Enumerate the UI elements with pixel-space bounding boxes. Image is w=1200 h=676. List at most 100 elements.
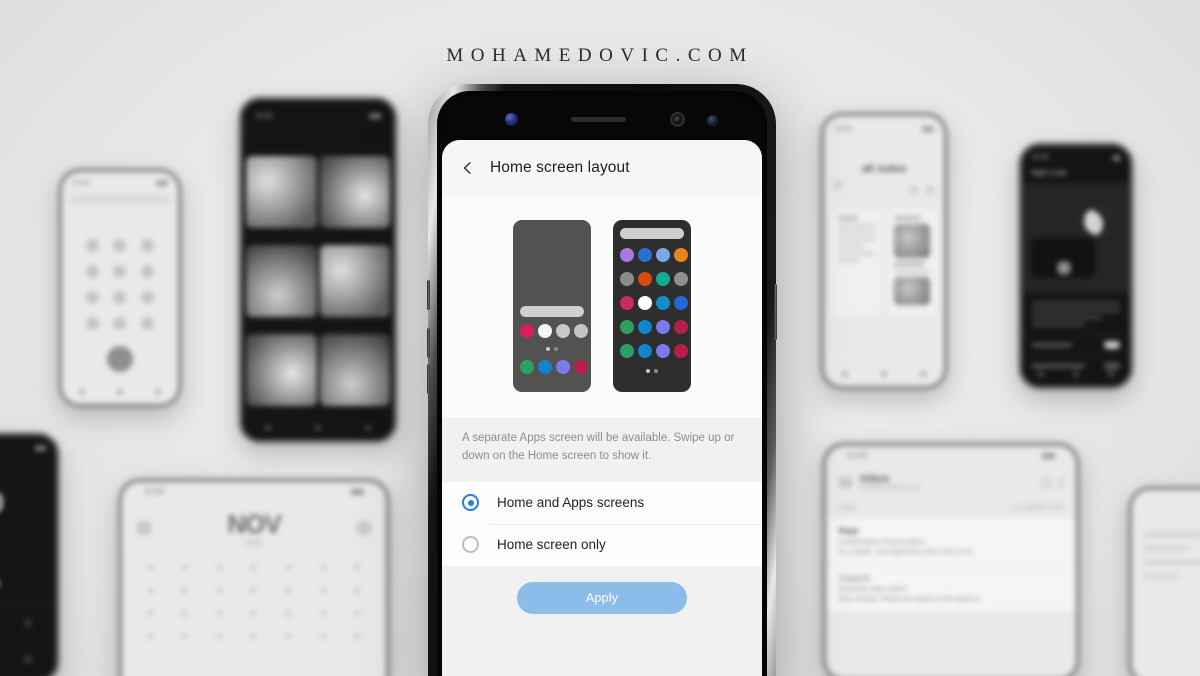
night-mode-hero [1023,183,1129,293]
preview-page-dots [620,369,684,373]
preview-dock-row [520,324,588,338]
email-subject: Confirmation of travel plans [839,539,925,546]
phone-screen: 10:00 ▮▮▮ Inbox protonbox@gmail.com Today… [827,447,1075,676]
dialer-keypad [63,205,177,336]
nav-bar [825,367,943,381]
status-bar: 10:00 ▮▮▮ [143,486,365,496]
proximity-sensor-icon [707,115,718,126]
phone-screen: 10:00 ▮▮▮ [63,173,177,403]
apply-button[interactable]: Apply [517,581,687,614]
menu-icon [839,476,852,488]
home-screen-preview[interactable] [513,220,591,392]
status-bar: ▮▮▮ [34,444,47,452]
layout-option-list: Home and Apps screens Home screen only [442,481,762,566]
status-bar: 10:00 ▮▮ [1031,154,1121,162]
email-row: Paul Confirmation of travel plans Hi, Ch… [827,517,1075,564]
status-bar: 10:00 ▮▮▮ [72,179,168,188]
phone-screen: 10:00 ▮▮▮ [243,101,393,439]
gallery-grid [243,153,393,409]
radio-icon-unselected[interactable] [462,536,479,554]
email-account: protonbox@gmail.com [860,485,921,491]
preview-search-bar [620,228,684,239]
phone-screen: ▮▮ [1133,491,1200,676]
status-bar: 10:00 ▮▮▮ [834,125,934,134]
email-preview: New Charlie, Please be aware in this lat… [839,596,987,603]
email-preview: Hi, Charlie. Your flight from New York t… [839,549,978,556]
email-subject: Quarterly sales report [839,586,907,593]
calendar-month: NOV [227,509,281,539]
news-card-columns [825,203,943,322]
menu-icon [137,521,151,535]
moon-icon [1084,207,1113,236]
nav-bar [1023,367,1129,381]
preview-app-row [620,344,688,358]
option-home-and-apps[interactable]: Home and Apps screens [442,482,762,524]
nav-bar [243,421,393,435]
battery-value: 370 [0,459,55,519]
status-bar: 10:00 ▮▮▮ [846,450,1056,460]
email-sender: Paul [839,526,859,536]
email-row: Support Quarterly sales report New Charl… [827,564,1075,611]
preview-search-bar [520,306,584,317]
calendar-year: 2019 [246,540,262,547]
power-button[interactable] [774,284,777,340]
volume-up-button[interactable] [427,328,430,358]
background-phone-news: 10:00 ▮▮▮ all notes [820,112,948,390]
phone-screen: ▮▮▮ 370 1,040 [0,437,55,676]
page-title: Home screen layout [490,159,630,176]
background-phone-gallery: 10:00 ▮▮▮ [238,96,398,444]
nav-bar [63,385,177,399]
night-mode-description [1023,293,1129,334]
bixby-button[interactable] [427,280,430,310]
status-bar: 10:00 ▮▮▮ [255,112,381,121]
email-sync-bar: Today Last updated 10:00 [839,505,1063,511]
phone-display: Home screen layout A separate Apps scree… [442,96,762,676]
option-label: Home screen only [497,537,606,553]
volume-down-button[interactable] [427,364,430,394]
screenshot-stage: 10:00 ▮▮▮ 10:00 ▮▮▮ 10:00 ▮▮▮ all notes … [0,0,1200,676]
apps-screen-preview[interactable] [613,220,691,392]
battery-subvalue: 1,040 [0,519,55,555]
site-watermark: MOHAMEDOVIC.COM [446,45,754,66]
chevron-left-icon[interactable] [460,160,476,176]
preview-app-row [620,296,688,310]
sensor-row [442,96,762,140]
layout-preview-area [442,196,762,418]
search-icon [1041,476,1052,488]
background-phone-email: 10:00 ▮▮▮ Inbox protonbox@gmail.com Today… [822,442,1080,676]
option-home-only[interactable]: Home screen only [442,523,762,566]
news-title: all notes [861,163,907,176]
grid-view-icon [357,521,371,535]
more-icon [1060,476,1063,488]
phone-screen: 10:00 ▮▮ Night mode [1023,147,1129,385]
earpiece-speaker-icon [571,117,626,122]
iris-scanner-icon [505,113,518,126]
apply-button-area: Apply [442,565,762,614]
background-phone-calendar: 10:00 ▮▮▮ NOV 2019 [118,478,390,676]
radio-icon-selected[interactable] [462,494,479,512]
app-header: Home screen layout [442,140,762,196]
front-camera-icon [670,112,685,127]
status-bar: ▮▮ [1133,491,1200,508]
app-screen: Home screen layout A separate Apps scree… [442,140,762,676]
night-mode-toggle-row [1023,333,1129,355]
option-label: Home and Apps screens [497,495,645,511]
calendar-header: NOV 2019 [123,499,385,551]
main-phone: Home screen layout A separate Apps scree… [427,84,777,676]
preview-app-row [620,272,688,286]
phone-screen: 10:00 ▮▮▮ NOV 2019 [123,483,385,676]
email-header: Inbox protonbox@gmail.com [827,463,1075,499]
call-button [107,345,133,372]
preview-bottom-row [520,360,588,374]
calendar-grid [123,551,385,653]
background-phone-night-mode: 10:00 ▮▮ Night mode [1018,142,1134,390]
email-inbox-title: Inbox [860,473,890,485]
phone-screen: 10:00 ▮▮▮ all notes [825,117,943,385]
background-phone-dialer: 10:00 ▮▮▮ [58,168,182,408]
preview-app-row [620,248,688,262]
background-phone-edge: ▮▮ [1128,486,1200,676]
email-sender: Support [839,573,871,583]
layout-description: A separate Apps screen will be available… [442,418,762,482]
background-phone-battery: ▮▮▮ 370 1,040 [0,432,60,676]
preview-app-row [620,320,688,334]
